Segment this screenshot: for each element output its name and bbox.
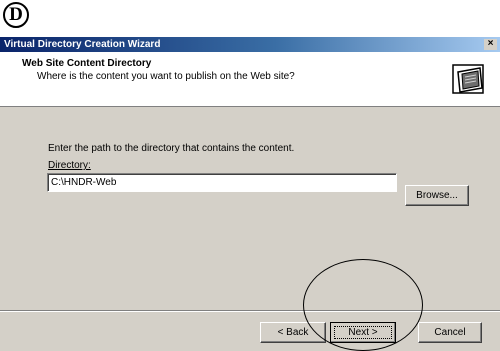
highlight-ellipse [303,259,423,351]
directory-input[interactable] [47,173,397,192]
directory-label-text: Directory: [48,160,91,171]
wizard-window: Virtual Directory Creation Wizard × Web … [0,37,500,351]
footer-separator [0,310,500,312]
close-button[interactable]: × [484,39,497,50]
step-letter-badge: D [3,2,29,28]
browse-button[interactable]: Browse... [405,185,469,206]
wizard-graphic-icon [452,64,484,94]
cancel-button[interactable]: Cancel [418,322,482,343]
page-subtitle: Where is the content you want to publish… [37,71,295,82]
page-title: Web Site Content Directory [22,58,152,69]
window-title: Virtual Directory Creation Wizard [4,39,161,50]
directory-label: Directory: [48,160,91,171]
wizard-header: Web Site Content Directory Where is the … [0,52,500,107]
title-bar[interactable]: Virtual Directory Creation Wizard × [0,37,500,52]
instruction-text: Enter the path to the directory that con… [48,143,295,154]
